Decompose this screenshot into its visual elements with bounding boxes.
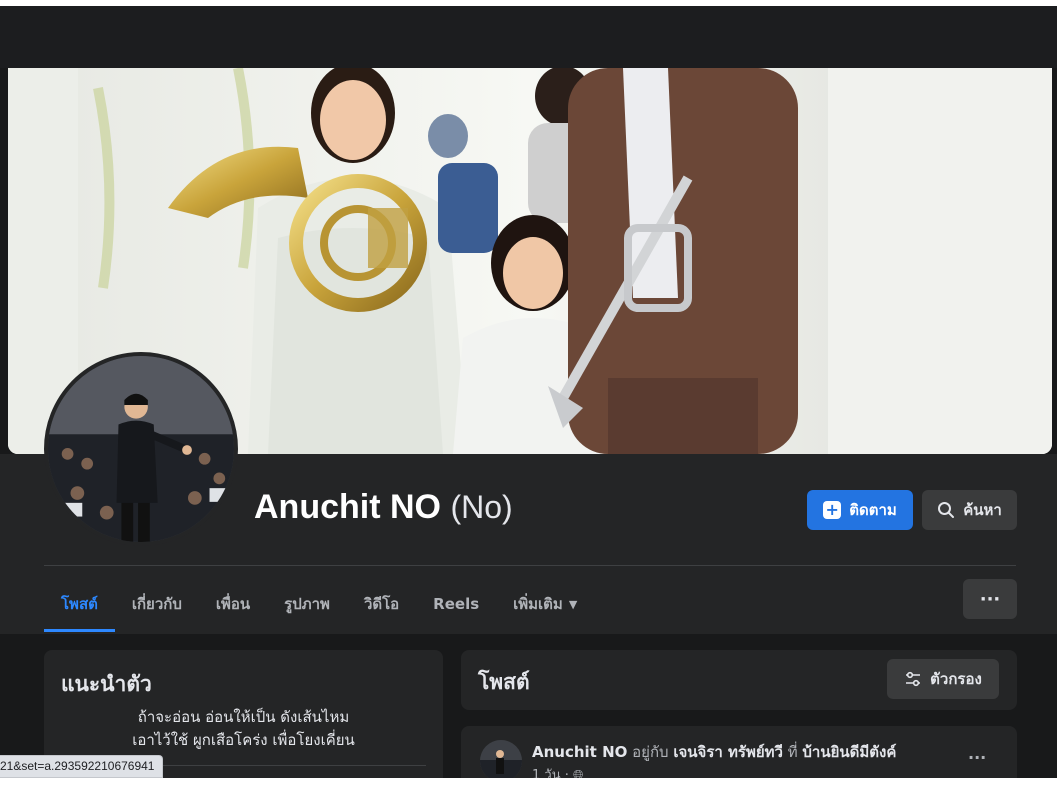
status-bar-url: 21&set=a.293592210676941 bbox=[0, 755, 164, 778]
post-place-link[interactable]: บ้านยินดีมีตังค์ bbox=[802, 743, 896, 761]
window-bottom-edge bbox=[0, 778, 1057, 792]
profile-tabs: โพสต์ เกี่ยวกับ เพื่อน รูปภาพ วิดีโอ Ree… bbox=[44, 576, 594, 632]
post-tagged-link[interactable]: เจนจิรา ทรัพย์ทวี bbox=[673, 743, 783, 761]
tab-videos-label: วิดีโอ bbox=[363, 595, 400, 613]
profile-alternate-name: (No) bbox=[450, 489, 513, 525]
profile-name: Anuchit NO (No) bbox=[254, 488, 513, 527]
top-navigation-bar bbox=[0, 6, 1057, 68]
profile-more-button[interactable]: ··· bbox=[963, 579, 1017, 619]
tab-about[interactable]: เกี่ยวกับ bbox=[115, 576, 199, 632]
tab-posts[interactable]: โพสต์ bbox=[44, 576, 115, 632]
tab-friends[interactable]: เพื่อน bbox=[199, 576, 267, 632]
search-icon bbox=[938, 502, 955, 518]
tab-photos-label: รูปภาพ bbox=[284, 595, 330, 613]
tab-reels-label: Reels bbox=[433, 595, 480, 613]
post-author-link[interactable]: Anuchit NO bbox=[532, 743, 627, 761]
more-horizontal-icon: ··· bbox=[979, 588, 1001, 610]
tab-about-label: เกี่ยวกับ bbox=[131, 595, 182, 613]
bio-line-1: ถ้าจะอ่อน อ่อนให้เป็น ดังเส้นไหม bbox=[137, 708, 350, 726]
header-divider bbox=[44, 565, 1016, 566]
follow-button-label: ติดตาม bbox=[849, 501, 897, 519]
post-author-avatar[interactable] bbox=[480, 740, 522, 782]
bio-line-2: เอาไว้ใช้ ผูกเสือโคร่ง เพื่อโยงเคี่ยน bbox=[132, 731, 355, 749]
post-header-text: Anuchit NO อยู่กับ เจนจิรา ทรัพย์ทวี ที่… bbox=[532, 740, 896, 764]
filter-button-label: ตัวกรอง bbox=[930, 670, 982, 688]
tab-more-label: เพิ่มเติม bbox=[513, 595, 563, 613]
tab-reels[interactable]: Reels bbox=[416, 576, 496, 632]
tab-videos[interactable]: วิดีโอ bbox=[347, 576, 416, 632]
follow-button[interactable]: + ติดตาม bbox=[807, 490, 913, 530]
post-with-text: อยู่กับ bbox=[632, 743, 669, 761]
search-button[interactable]: ค้นหา bbox=[922, 490, 1017, 530]
profile-avatar[interactable] bbox=[44, 352, 238, 546]
caret-down-icon: ▼ bbox=[568, 597, 578, 611]
filter-button[interactable]: ตัวกรอง bbox=[887, 659, 999, 699]
filter-icon bbox=[906, 671, 921, 687]
intro-bio: ถ้าจะอ่อน อ่อนให้เป็น ดังเส้นไหม เอาไว้ใ… bbox=[44, 706, 443, 752]
post-author-avatar-image bbox=[480, 740, 522, 782]
intro-title: แนะนำตัว bbox=[61, 672, 152, 696]
tab-friends-label: เพื่อน bbox=[215, 595, 251, 613]
tab-photos[interactable]: รูปภาพ bbox=[267, 576, 347, 632]
profile-avatar-image bbox=[48, 356, 234, 542]
profile-name-text: Anuchit NO bbox=[254, 488, 441, 526]
tab-more[interactable]: เพิ่มเติม ▼ bbox=[496, 576, 594, 632]
add-icon: + bbox=[823, 501, 842, 519]
tab-posts-label: โพสต์ bbox=[61, 595, 98, 613]
post-at-text: ที่ bbox=[787, 743, 798, 761]
posts-title: โพสต์ bbox=[478, 670, 530, 694]
search-button-label: ค้นหา bbox=[963, 501, 1002, 519]
post-more-icon[interactable]: ··· bbox=[968, 748, 986, 767]
